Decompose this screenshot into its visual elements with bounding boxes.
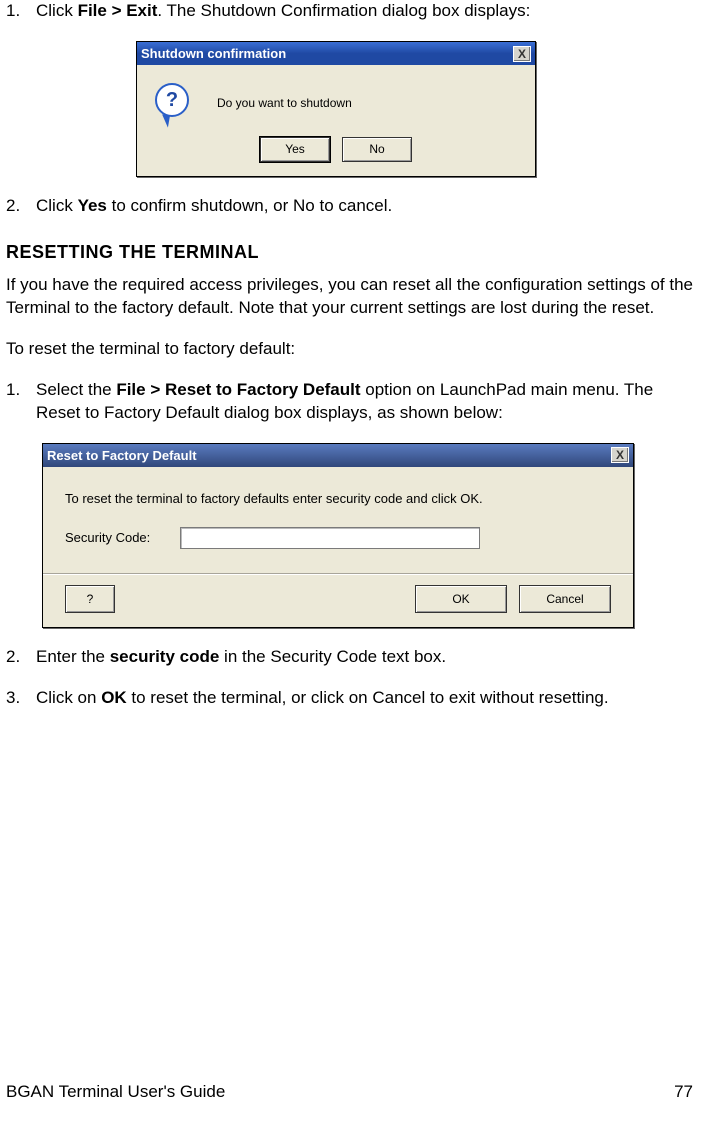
dialog-title: Shutdown confirmation	[141, 45, 286, 63]
menu-path: File > Reset to Factory Default	[116, 380, 360, 399]
dialog-titlebar: Reset to Factory Default X	[43, 444, 633, 468]
footer-title: BGAN Terminal User's Guide	[6, 1081, 225, 1104]
step-text: Click on OK to reset the terminal, or cl…	[36, 687, 693, 710]
page-number: 77	[674, 1081, 693, 1104]
reset-factory-default-dialog: Reset to Factory Default X To reset the …	[42, 443, 634, 628]
list-marker: 2.	[6, 195, 36, 218]
label-bold: Yes	[78, 196, 107, 215]
label-bold: OK	[101, 688, 127, 707]
step-text: Enter the security code in the Security …	[36, 646, 693, 669]
yes-button[interactable]: Yes	[260, 137, 330, 161]
section-heading: RESETTING THE TERMINAL	[6, 240, 693, 264]
text: to confirm shutdown, or No to cancel.	[107, 196, 392, 215]
dialog-message: To reset the terminal to factory default…	[65, 489, 611, 509]
text: . The Shutdown Confirmation dialog box d…	[157, 1, 530, 20]
question-mark: ?	[155, 83, 189, 117]
step-text: Select the File > Reset to Factory Defau…	[36, 379, 693, 425]
list-marker: 1.	[6, 379, 36, 425]
text: Select the	[36, 380, 116, 399]
text: Click on	[36, 688, 101, 707]
help-button[interactable]: ?	[65, 585, 115, 613]
close-icon[interactable]: X	[513, 46, 531, 62]
security-code-input[interactable]	[180, 527, 480, 549]
text: in the Security Code text box.	[219, 647, 446, 666]
text: Click	[36, 196, 78, 215]
question-icon: ?	[155, 83, 195, 123]
text: Enter the	[36, 647, 110, 666]
dialog-title: Reset to Factory Default	[47, 447, 197, 465]
divider	[43, 573, 633, 575]
shutdown-confirmation-dialog: Shutdown confirmation X ? Do you want to…	[136, 41, 536, 177]
text: Click	[36, 1, 78, 20]
dialog-message: Do you want to shutdown	[217, 95, 352, 111]
ok-button[interactable]: OK	[415, 585, 507, 613]
list-marker: 3.	[6, 687, 36, 710]
close-icon[interactable]: X	[611, 447, 629, 463]
cancel-button[interactable]: Cancel	[519, 585, 611, 613]
step-text: Click File > Exit. The Shutdown Confirma…	[36, 0, 693, 23]
paragraph: If you have the required access privileg…	[6, 274, 693, 320]
menu-path: File > Exit	[78, 1, 158, 20]
step-text: Click Yes to confirm shutdown, or No to …	[36, 195, 693, 218]
label-bold: security code	[110, 647, 220, 666]
no-button[interactable]: No	[342, 137, 412, 161]
paragraph: To reset the terminal to factory default…	[6, 338, 693, 361]
text: to reset the terminal, or click on Cance…	[127, 688, 609, 707]
list-marker: 1.	[6, 0, 36, 23]
dialog-titlebar: Shutdown confirmation X	[137, 42, 535, 66]
list-marker: 2.	[6, 646, 36, 669]
field-label: Security Code:	[65, 529, 150, 547]
